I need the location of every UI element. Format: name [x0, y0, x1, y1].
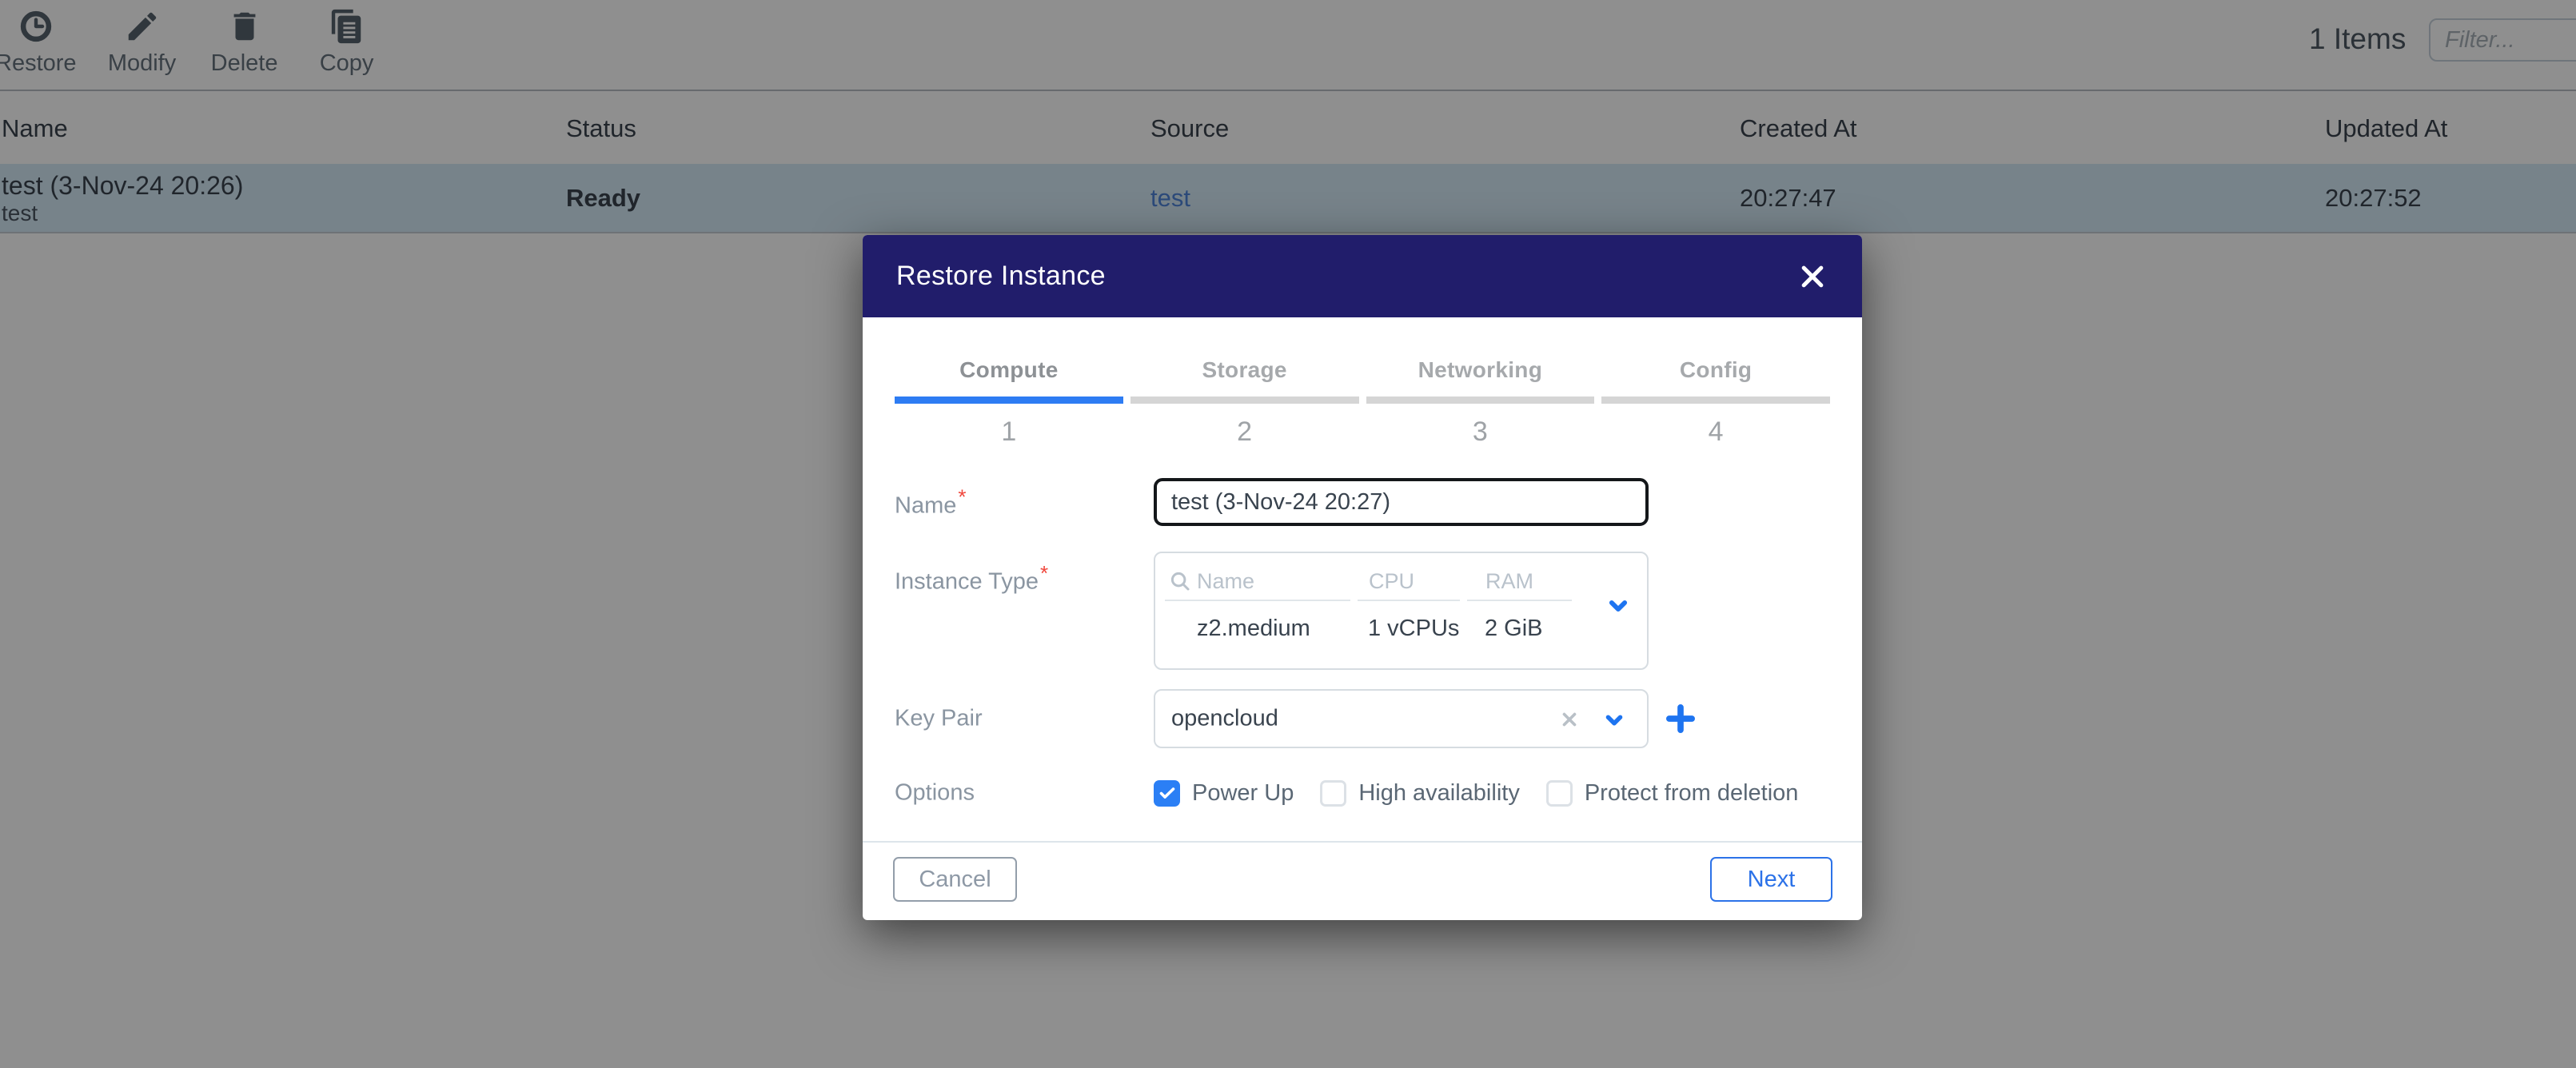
key-pair-label: Key Pair: [895, 706, 983, 732]
tab-step-number: 4: [1709, 416, 1724, 448]
key-pair-value: opencloud: [1171, 706, 1278, 732]
plus-icon: [1665, 703, 1697, 735]
column-underline: [1358, 600, 1460, 601]
option-protect-from-deletion: Protect from deletion: [1546, 780, 1799, 807]
checkbox-protect-deletion[interactable]: [1546, 780, 1573, 807]
tab-progress-bar: [895, 397, 1123, 404]
chevron-down-icon[interactable]: [1604, 710, 1625, 731]
option-power-up: Power Up: [1154, 780, 1294, 807]
instance-type-col-name: Name: [1197, 569, 1254, 594]
instance-type-col-cpu: CPU: [1369, 569, 1414, 594]
instance-type-value-name: z2.medium: [1197, 616, 1310, 642]
tab-label: Config: [1680, 358, 1752, 382]
restore-instance-modal: Restore Instance Compute 1 Storage 2 Net…: [863, 235, 1862, 920]
tab-config[interactable]: Config 4: [1601, 358, 1830, 448]
required-asterisk: *: [958, 485, 966, 509]
options-label: Options: [895, 780, 975, 807]
name-input[interactable]: [1154, 478, 1649, 526]
key-pair-row: Key Pair opencloud: [895, 689, 1830, 748]
check-icon: [1158, 783, 1177, 803]
checkbox-high-availability[interactable]: [1320, 780, 1346, 807]
modal-header: Restore Instance: [863, 235, 1862, 317]
name-label: Name*: [895, 485, 966, 520]
options-checkboxes: Power Up High availability Protect from …: [1154, 777, 1798, 809]
option-label: Protect from deletion: [1585, 780, 1799, 807]
tab-storage[interactable]: Storage 2: [1130, 358, 1359, 448]
clear-icon[interactable]: [1559, 709, 1580, 730]
instance-type-col-ram: RAM: [1485, 569, 1533, 594]
tab-progress-bar: [1130, 397, 1359, 404]
tab-networking[interactable]: Networking 3: [1366, 358, 1595, 448]
tab-progress-bar: [1366, 397, 1595, 404]
cancel-button[interactable]: Cancel: [893, 857, 1017, 902]
instance-type-label: Instance Type*: [895, 561, 1048, 596]
option-high-availability: High availability: [1320, 780, 1520, 807]
instance-type-value-cpu: 1 vCPUs: [1368, 616, 1459, 642]
tab-compute[interactable]: Compute 1: [895, 358, 1123, 448]
required-asterisk: *: [1040, 561, 1048, 585]
column-underline: [1467, 600, 1572, 601]
instance-type-row: Instance Type* Name CPU RAM z2.medium 1 …: [895, 552, 1830, 670]
tab-step-number: 1: [1001, 416, 1016, 448]
column-underline: [1165, 600, 1350, 601]
tab-progress-bar: [1601, 397, 1830, 404]
close-button[interactable]: [1795, 259, 1830, 294]
tab-step-number: 2: [1237, 416, 1252, 448]
wizard-tabs: Compute 1 Storage 2 Networking 3 Config …: [895, 358, 1830, 448]
options-row: Options Power Up High availability: [895, 777, 1830, 809]
tab-label: Networking: [1418, 358, 1542, 382]
footer-divider: [863, 841, 1862, 843]
instance-type-value-ram: 2 GiB: [1485, 616, 1543, 642]
option-label: Power Up: [1192, 780, 1294, 807]
name-field-row: Name*: [895, 478, 1830, 526]
search-icon: [1168, 569, 1192, 593]
add-key-pair-button[interactable]: [1665, 703, 1697, 737]
tab-step-number: 3: [1473, 416, 1488, 448]
tab-label: Compute: [959, 358, 1058, 382]
modal-title: Restore Instance: [896, 261, 1106, 292]
tab-label: Storage: [1202, 358, 1286, 382]
instance-type-select[interactable]: Name CPU RAM z2.medium 1 vCPUs 2 GiB: [1154, 552, 1649, 670]
option-label: High availability: [1358, 780, 1520, 807]
checkbox-power-up[interactable]: [1154, 780, 1180, 807]
chevron-down-icon[interactable]: [1607, 595, 1629, 617]
key-pair-select[interactable]: opencloud: [1154, 689, 1649, 748]
next-button[interactable]: Next: [1710, 857, 1832, 902]
screen: Restore Modify Delete Cop: [0, 0, 2576, 1068]
close-icon: [1796, 261, 1828, 293]
